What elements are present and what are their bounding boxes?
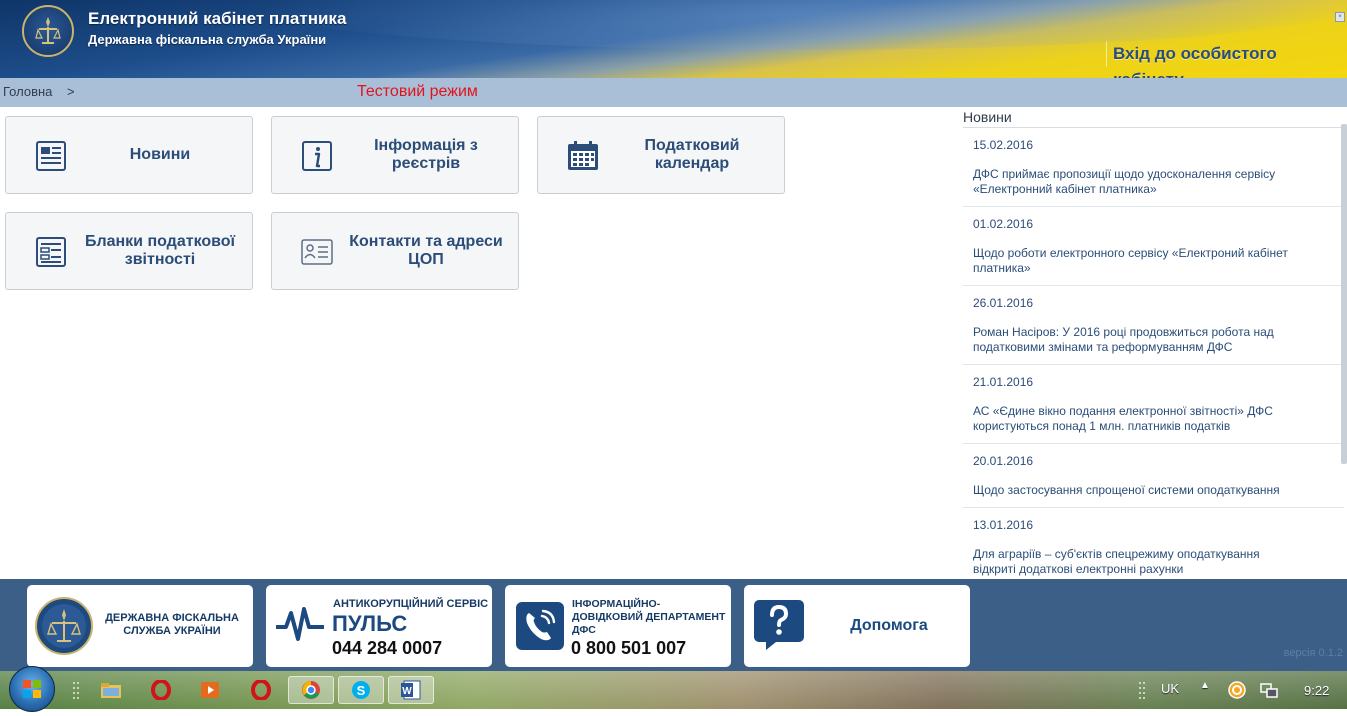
tile-label: Новини bbox=[129, 146, 191, 163]
news-panel: Новини 15.02.2016 ДФС приймає пропозиції… bbox=[963, 107, 1344, 579]
tile-tax-calendar[interactable]: Податковий календар bbox=[537, 116, 785, 194]
grip-icon bbox=[1135, 676, 1149, 704]
tray-expand-icon[interactable]: ▲ bbox=[1200, 680, 1210, 691]
puls-phone: 044 284 0007 bbox=[332, 638, 443, 658]
pulse-icon bbox=[276, 607, 324, 641]
news-item[interactable]: 15.02.2016 ДФС приймає пропозиції щодо у… bbox=[963, 128, 1344, 207]
info-icon bbox=[302, 141, 332, 171]
tile-label: Контакти та адреси ЦОП bbox=[349, 233, 503, 268]
footer-puls-card[interactable]: АНТИКОРУПЦІЙНИЙ СЕРВІС ПУЛЬС 044 284 000… bbox=[266, 585, 492, 667]
info-phone: 0 800 501 007 bbox=[571, 638, 687, 658]
news-date: 13.01.2016 bbox=[973, 518, 1034, 532]
svg-text:W: W bbox=[402, 686, 412, 697]
footer-dfs-card[interactable]: ДЕРЖАВНА ФІСКАЛЬНА СЛУЖБА УКРАЇНИ bbox=[27, 585, 253, 667]
taskbar-clock[interactable]: 9:22 bbox=[1304, 683, 1329, 698]
opera-icon[interactable] bbox=[141, 676, 181, 704]
news-link[interactable]: Роман Насіров: У 2016 році продовжиться … bbox=[973, 325, 1344, 355]
contact-card-icon bbox=[301, 239, 333, 265]
news-item[interactable]: 20.01.2016 Щодо застосування спрощеної с… bbox=[963, 444, 1344, 508]
opera-icon[interactable] bbox=[241, 676, 281, 704]
news-date: 01.02.2016 bbox=[973, 217, 1034, 231]
calendar-icon bbox=[568, 141, 598, 170]
news-link[interactable]: Для аграріїв – суб'єктів спецрежиму опод… bbox=[973, 547, 1344, 577]
media-player-icon[interactable] bbox=[190, 676, 230, 704]
news-item[interactable]: 26.01.2016 Роман Насіров: У 2016 році пр… bbox=[963, 286, 1344, 365]
dfs-logo-icon bbox=[35, 597, 93, 655]
news-link[interactable]: Щодо роботи електронного сервісу «Електр… bbox=[973, 246, 1344, 276]
news-date: 21.01.2016 bbox=[973, 375, 1034, 389]
forms-icon bbox=[36, 237, 66, 267]
help-question-icon bbox=[754, 600, 804, 650]
breadcrumb-home-link[interactable]: Головна bbox=[3, 84, 52, 99]
dfs-name-line1: ДЕРЖАВНА ФІСКАЛЬНА bbox=[105, 612, 239, 624]
test-mode-label: Тестовий режим bbox=[357, 83, 478, 100]
version-label: версія 0.1.2 bbox=[1283, 647, 1343, 659]
breadcrumb: Головна > Тестовий режим bbox=[0, 78, 1347, 107]
login-personal-cabinet-button[interactable]: Вхід до особистого кабінету bbox=[1106, 41, 1339, 78]
breadcrumb-separator: > bbox=[67, 84, 75, 99]
tile-label: Податковий календар bbox=[644, 137, 740, 172]
footer-info-card[interactable]: ІНФОРМАЦІЙНО- ДОВІДКОВИЙ ДЕПАРТАМЕНТ ДФС… bbox=[505, 585, 731, 667]
news-link[interactable]: АС «Єдине вікно подання електронної звіт… bbox=[973, 404, 1344, 434]
news-item[interactable]: 13.01.2016 Для аграріїв – суб'єктів спец… bbox=[963, 508, 1344, 579]
help-button[interactable]: Допомога bbox=[744, 585, 970, 667]
phone-icon bbox=[516, 602, 564, 650]
tile-news[interactable]: Новини bbox=[5, 116, 253, 194]
skype-icon[interactable]: S bbox=[338, 676, 384, 704]
dfs-name-line2: СЛУЖБА УКРАЇНИ bbox=[123, 625, 221, 637]
word-icon[interactable]: W bbox=[388, 676, 434, 704]
newspaper-icon bbox=[36, 141, 66, 171]
tile-label: Інформація з реєстрів bbox=[374, 137, 478, 172]
close-small-icon[interactable]: × bbox=[1335, 12, 1345, 22]
info-dept-line3: ДФС bbox=[572, 624, 596, 636]
news-heading: Новини bbox=[963, 107, 1344, 128]
network-icon[interactable] bbox=[1254, 676, 1284, 704]
info-dept-line2: ДОВІДКОВИЙ ДЕПАРТАМЕНТ bbox=[572, 611, 726, 623]
dfs-emblem-icon bbox=[22, 5, 74, 57]
tile-contacts[interactable]: Контакти та адреси ЦОП bbox=[271, 212, 519, 290]
app-title: Електронний кабінет платника bbox=[88, 9, 347, 28]
news-link[interactable]: Щодо застосування спрощеної системи опод… bbox=[973, 483, 1344, 498]
app-subtitle: Державна фіскальна служба України bbox=[88, 32, 327, 47]
start-button-icon[interactable] bbox=[9, 666, 55, 712]
tile-registry-info[interactable]: Інформація з реєстрів bbox=[271, 116, 519, 194]
news-date: 26.01.2016 bbox=[973, 296, 1034, 310]
svg-text:S: S bbox=[357, 683, 366, 698]
app-header: Електронний кабінет платника Державна фі… bbox=[0, 0, 1347, 78]
file-explorer-icon[interactable] bbox=[91, 676, 131, 704]
windows-taskbar: S W UK ▲ 9:22 bbox=[0, 666, 1347, 712]
puls-caption: АНТИКОРУПЦІЙНИЙ СЕРВІС bbox=[333, 598, 489, 610]
news-item[interactable]: 01.02.2016 Щодо роботи електронного серв… bbox=[963, 207, 1344, 286]
footer: ДЕРЖАВНА ФІСКАЛЬНА СЛУЖБА УКРАЇНИ АНТИКО… bbox=[0, 579, 1347, 671]
news-link[interactable]: ДФС приймає пропозиції щодо удосконаленн… bbox=[973, 167, 1344, 197]
tile-tax-forms[interactable]: Бланки податкової звітності bbox=[5, 212, 253, 290]
language-indicator[interactable]: UK bbox=[1161, 681, 1179, 696]
tile-label: Бланки податкової звітності bbox=[84, 233, 236, 268]
news-date: 20.01.2016 bbox=[973, 454, 1034, 468]
news-item[interactable]: 21.01.2016 АС «Єдине вікно подання елект… bbox=[963, 365, 1344, 444]
chrome-icon[interactable] bbox=[288, 676, 334, 704]
news-date: 15.02.2016 bbox=[973, 138, 1034, 152]
tray-app-icon[interactable] bbox=[1222, 676, 1252, 704]
news-scrollbar[interactable] bbox=[1341, 124, 1347, 464]
puls-name: ПУЛЬС bbox=[332, 611, 408, 636]
info-dept-line1: ІНФОРМАЦІЙНО- bbox=[572, 598, 661, 610]
help-label: Допомога bbox=[850, 617, 928, 634]
grip-icon bbox=[56, 676, 96, 704]
